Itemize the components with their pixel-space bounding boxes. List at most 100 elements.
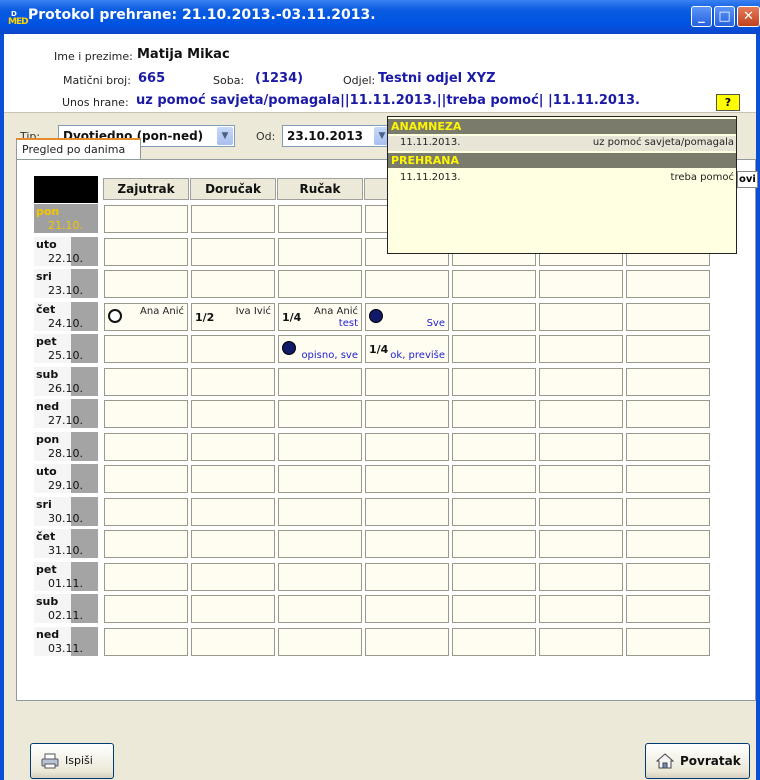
meal-cell[interactable] <box>104 400 188 428</box>
meal-cell[interactable] <box>626 563 710 591</box>
meal-cell[interactable] <box>365 433 449 461</box>
meal-cell[interactable] <box>104 563 188 591</box>
meal-cell[interactable] <box>191 433 275 461</box>
meal-cell[interactable] <box>365 563 449 591</box>
meal-cell[interactable]: opisno, sve <box>278 335 362 363</box>
meal-cell[interactable] <box>626 270 710 298</box>
meal-cell[interactable] <box>626 335 710 363</box>
meal-cell[interactable] <box>539 368 623 396</box>
meal-cell[interactable] <box>452 530 536 558</box>
meal-cell[interactable] <box>104 530 188 558</box>
meal-cell[interactable]: Ana Anić <box>104 303 188 331</box>
meal-cell[interactable] <box>539 335 623 363</box>
meal-cell[interactable] <box>191 238 275 266</box>
meal-cell[interactable] <box>539 303 623 331</box>
meal-cell[interactable] <box>539 270 623 298</box>
meal-cell[interactable] <box>191 628 275 656</box>
meal-cell[interactable] <box>452 400 536 428</box>
meal-cell[interactable] <box>191 335 275 363</box>
chevron-down-icon[interactable]: ▼ <box>217 127 233 145</box>
meal-cell[interactable] <box>191 563 275 591</box>
meal-cell[interactable] <box>278 595 362 623</box>
meal-cell[interactable] <box>278 270 362 298</box>
meal-cell[interactable] <box>452 303 536 331</box>
meal-cell[interactable] <box>104 628 188 656</box>
maximize-button[interactable]: □ <box>714 6 735 27</box>
meal-cell[interactable] <box>104 433 188 461</box>
meal-cell[interactable] <box>626 433 710 461</box>
meal-cell[interactable] <box>191 205 275 233</box>
close-button[interactable]: ✕ <box>737 6 760 27</box>
meal-cell[interactable]: Sve <box>365 303 449 331</box>
meal-cell[interactable] <box>278 628 362 656</box>
meal-cell[interactable] <box>104 270 188 298</box>
meal-cell[interactable] <box>452 498 536 526</box>
meal-cell[interactable]: 1/2 Iva Ivić <box>191 303 275 331</box>
meal-cell[interactable] <box>626 628 710 656</box>
meal-cell[interactable] <box>626 595 710 623</box>
meal-cell[interactable] <box>365 270 449 298</box>
tab-pregled-po-danima[interactable]: Pregled po danima <box>16 138 141 160</box>
meal-cell[interactable] <box>365 595 449 623</box>
meal-cell[interactable] <box>278 498 362 526</box>
meal-cell[interactable] <box>278 400 362 428</box>
meal-cell[interactable] <box>278 530 362 558</box>
meal-cell[interactable] <box>191 465 275 493</box>
meal-cell[interactable] <box>452 368 536 396</box>
meal-cell[interactable] <box>452 465 536 493</box>
meal-cell[interactable] <box>278 205 362 233</box>
meal-cell[interactable] <box>191 530 275 558</box>
meal-cell[interactable] <box>278 238 362 266</box>
meal-cell[interactable] <box>191 498 275 526</box>
meal-cell[interactable] <box>539 465 623 493</box>
meal-cell[interactable] <box>452 335 536 363</box>
meal-cell[interactable] <box>539 628 623 656</box>
meal-cell[interactable] <box>191 368 275 396</box>
meal-cell[interactable] <box>539 498 623 526</box>
meal-cell[interactable] <box>539 595 623 623</box>
meal-cell[interactable] <box>452 270 536 298</box>
meal-cell[interactable] <box>626 465 710 493</box>
meal-cell[interactable] <box>365 628 449 656</box>
meal-cell[interactable] <box>365 465 449 493</box>
meal-cell[interactable] <box>104 368 188 396</box>
meal-cell[interactable] <box>191 270 275 298</box>
meal-cell[interactable] <box>365 368 449 396</box>
back-button[interactable]: Povratak <box>645 743 750 779</box>
meal-cell[interactable] <box>539 563 623 591</box>
meal-cell[interactable] <box>452 433 536 461</box>
meal-cell[interactable] <box>191 400 275 428</box>
meal-cell[interactable] <box>452 595 536 623</box>
meal-cell[interactable] <box>539 433 623 461</box>
meal-cell[interactable] <box>365 498 449 526</box>
meal-cell[interactable] <box>104 595 188 623</box>
meal-cell[interactable] <box>452 628 536 656</box>
meal-cell[interactable] <box>626 498 710 526</box>
meal-cell[interactable]: 1/4 ok, previše <box>365 335 449 363</box>
meal-cell[interactable] <box>104 465 188 493</box>
minimize-button[interactable]: _ <box>691 6 712 27</box>
print-button[interactable]: Ispiši <box>30 743 114 779</box>
od-date-picker[interactable]: 23.10.2013 ▼ <box>282 125 392 147</box>
hidden-tab-peek[interactable]: ovi <box>737 171 758 188</box>
meal-cell[interactable] <box>539 400 623 428</box>
meal-cell[interactable] <box>104 498 188 526</box>
meal-cell[interactable] <box>278 433 362 461</box>
meal-cell[interactable] <box>104 238 188 266</box>
meal-cell[interactable] <box>626 368 710 396</box>
help-button[interactable]: ? <box>716 94 740 111</box>
meal-cell[interactable] <box>278 368 362 396</box>
meal-cell[interactable] <box>452 563 536 591</box>
meal-cell[interactable] <box>626 530 710 558</box>
meal-cell[interactable] <box>626 303 710 331</box>
meal-cell[interactable] <box>104 205 188 233</box>
meal-cell[interactable] <box>278 563 362 591</box>
meal-cell[interactable] <box>626 400 710 428</box>
meal-cell[interactable] <box>104 335 188 363</box>
meal-cell[interactable]: 1/4 Ana Anić test <box>278 303 362 331</box>
title-bar[interactable]: D MED Protokol prehrane: 21.10.2013.-03.… <box>0 0 760 34</box>
meal-cell[interactable] <box>191 595 275 623</box>
meal-cell[interactable] <box>365 530 449 558</box>
meal-cell[interactable] <box>278 465 362 493</box>
meal-cell[interactable] <box>365 400 449 428</box>
